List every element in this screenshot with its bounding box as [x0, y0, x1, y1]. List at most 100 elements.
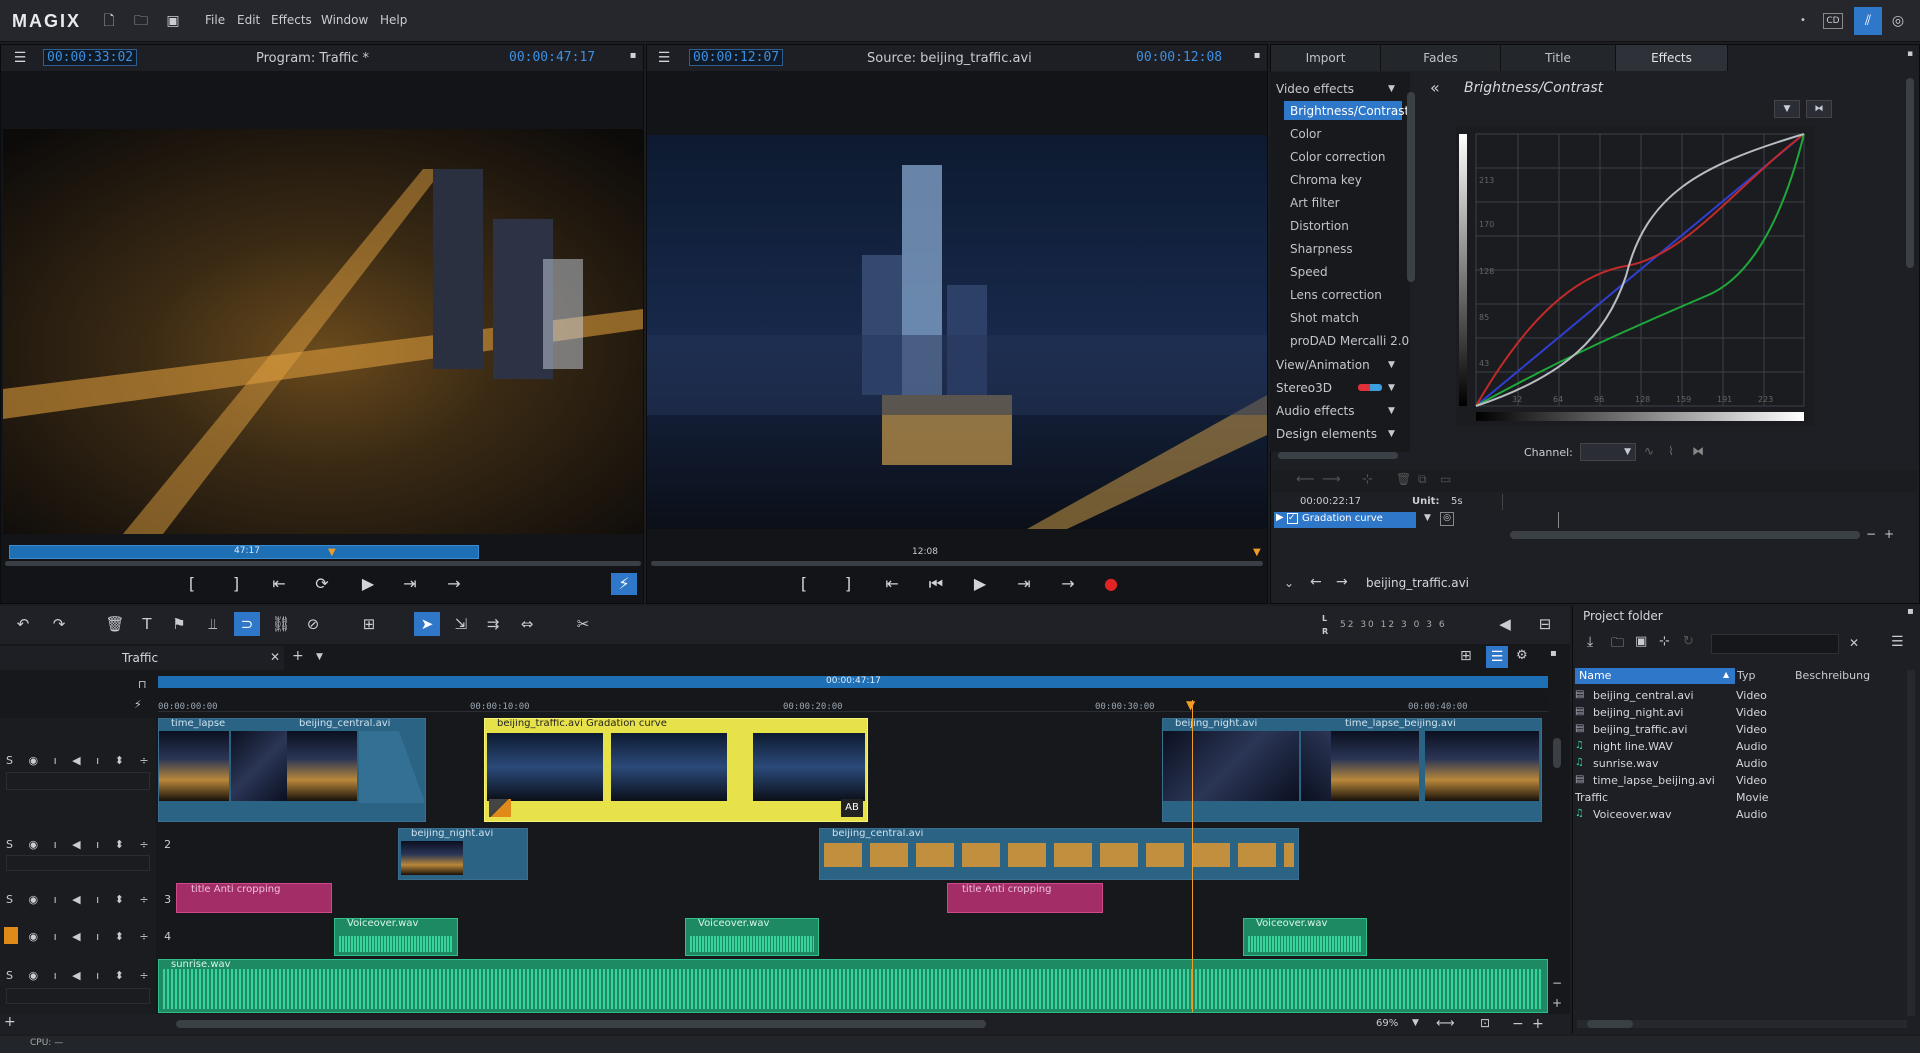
zoom-in-icon[interactable]: + — [1552, 996, 1562, 1010]
menu-file[interactable]: File — [205, 13, 225, 27]
project-item-name[interactable]: Traffic — [1575, 791, 1608, 804]
track-1-controls[interactable]: S ◉ ı ◀ ı ⬍ ÷ 1 — [6, 754, 177, 767]
menu-help[interactable]: Help — [380, 13, 407, 27]
program-progress-track[interactable] — [5, 561, 641, 566]
category-design-elements[interactable]: Design elements — [1276, 427, 1377, 441]
effect-speed[interactable]: Speed — [1290, 265, 1328, 279]
gradation-curve-graph[interactable]: 213 170 128 85 43 32 64 96 128 159 191 2… — [1456, 126, 1814, 426]
project-search-input[interactable] — [1711, 634, 1839, 654]
project-item-name[interactable]: night line.WAV — [1593, 740, 1673, 753]
track-2-controls[interactable]: S ◉ ı ◀ ı ⬍ ÷ 2 — [6, 838, 177, 851]
menu-window[interactable]: Window — [321, 13, 368, 27]
clip-time-lapse-beijing-central[interactable]: time_lapse beijing_central.avi — [158, 718, 426, 822]
effect-panel-scrollbar[interactable] — [1906, 78, 1914, 268]
kf-scrollbar[interactable] — [1510, 531, 1860, 539]
track-controls-icons[interactable]: S ◉ ı ◀ ı ⬍ ÷ — [6, 969, 155, 982]
clear-icon[interactable]: ✕ — [1849, 636, 1859, 650]
timeline-h-scrollbar[interactable] — [176, 1020, 986, 1028]
open-folder-icon[interactable]: 🗀 — [130, 11, 152, 31]
track-controls-icons[interactable]: S ◉ ı ◀ ı ⬍ ÷ — [6, 754, 155, 767]
column-header-type[interactable]: Typ — [1737, 669, 1756, 682]
project-item-name[interactable]: sunrise.wav — [1593, 757, 1659, 770]
folder-icon[interactable]: 🗀 — [1611, 634, 1624, 656]
timeline-tab[interactable]: Traffic ✕ — [0, 646, 284, 670]
track-5-name-field[interactable] — [6, 988, 150, 1004]
goto-start-icon[interactable]: ⇤ — [266, 573, 292, 595]
title-clip-2[interactable]: title Anti cropping — [947, 883, 1103, 913]
track-3-controls[interactable]: S ◉ ı ◀ ı ⬍ ÷ 3 — [6, 893, 177, 906]
source-progress-track[interactable] — [651, 561, 1263, 566]
list-view-icon[interactable]: ☰ — [1891, 634, 1904, 650]
save-icon[interactable]: ▣ — [1635, 634, 1647, 649]
ab-transition-icon[interactable]: AB — [841, 799, 863, 817]
clip-beijing-traffic[interactable]: beijing_traffic.avi Gradation curve AB — [484, 718, 868, 822]
disc-icon[interactable]: ◎ — [1887, 11, 1909, 31]
split-icon[interactable]: ⫫ — [200, 612, 226, 636]
tab-effects[interactable]: Effects — [1616, 45, 1728, 71]
audio-clip-voiceover-3[interactable]: Voiceover.wav — [1243, 918, 1367, 956]
audio-clip-voiceover-2[interactable]: Voiceover.wav — [685, 918, 819, 956]
menu-effects[interactable]: Effects — [271, 13, 312, 27]
kf-mode-icon[interactable]: ◎ — [1440, 512, 1454, 526]
unit-value[interactable]: 5s — [1451, 496, 1463, 507]
tab-import[interactable]: Import — [1271, 45, 1381, 71]
effect-lens-correction[interactable]: Lens correction — [1290, 288, 1382, 302]
category-video-effects[interactable]: Video effects — [1276, 82, 1354, 96]
kf-copy-icon[interactable]: ⧉ — [1418, 472, 1427, 487]
marker-icon[interactable]: ⚑ — [166, 612, 192, 636]
add-item-icon[interactable]: ⊹ — [1659, 634, 1670, 649]
zoom-in-icon[interactable]: + — [1884, 527, 1894, 541]
mark-in-icon[interactable]: [ — [791, 573, 817, 595]
tab-fades[interactable]: Fades — [1381, 45, 1501, 71]
volume-icon[interactable]: ◀ — [1492, 612, 1518, 636]
maximize-icon[interactable]: ▪ — [1907, 606, 1914, 617]
record-icon[interactable]: ● — [1098, 573, 1124, 595]
effect-distortion[interactable]: Distortion — [1290, 219, 1349, 233]
mark-in-icon[interactable]: [ — [179, 573, 205, 595]
pointer-icon[interactable]: ➤ — [414, 612, 440, 636]
chevrons-down-icon[interactable]: ⌄ — [1284, 576, 1294, 590]
menu-icon[interactable]: ☰ — [651, 47, 677, 69]
track-5-controls[interactable]: S ◉ ı ◀ ı ⬍ ÷ 5 — [6, 969, 177, 982]
effect-prodad-mercalli[interactable]: proDAD Mercalli 2.0 — [1290, 334, 1409, 348]
effect-art-filter[interactable]: Art filter — [1290, 196, 1340, 210]
zoom-level[interactable]: 69% — [1376, 1018, 1398, 1029]
layout-mode-icon[interactable]: ⫽ — [1854, 7, 1882, 35]
step-icon[interactable]: ⇥ — [397, 573, 423, 595]
forward-icon[interactable]: → — [1336, 574, 1348, 590]
lock-icon[interactable]: ⊓ — [138, 678, 147, 691]
column-header-name[interactable]: Name ▲ — [1575, 668, 1735, 684]
audio-clip-voiceover-1[interactable]: Voiceover.wav — [334, 918, 458, 956]
chevron-down-icon[interactable]: ▼ — [1388, 84, 1395, 94]
sort-icon[interactable]: ▲ — [1723, 670, 1729, 679]
category-view-animation[interactable]: View/Animation — [1276, 358, 1370, 372]
dot-icon[interactable]: • — [1792, 11, 1814, 31]
title-tool-icon[interactable]: T — [134, 612, 160, 636]
audio-clip-sunrise[interactable]: sunrise.wav — [158, 959, 1548, 1013]
stretch-icon[interactable]: ⇔ — [514, 612, 540, 636]
project-v-scrollbar[interactable] — [1907, 670, 1915, 1016]
chevron-down-icon[interactable]: ▼ — [1388, 406, 1395, 416]
title-clip-1[interactable]: title Anti cropping — [176, 883, 332, 913]
chevron-down-icon[interactable]: ▼ — [1388, 383, 1395, 393]
close-icon[interactable]: ✕ — [270, 650, 280, 664]
track-controls-icons[interactable]: S ◉ ı ◀ ı ⬍ ÷ — [6, 893, 155, 906]
effect-sharpness[interactable]: Sharpness — [1290, 242, 1353, 256]
add-tab-icon[interactable]: + — [292, 648, 304, 664]
maximize-icon[interactable]: ▪ — [1244, 45, 1270, 67]
kf-prev-icon[interactable]: ⟵ — [1296, 472, 1315, 487]
playhead-marker-icon[interactable]: ▼ — [328, 547, 336, 558]
fade-handle-icon[interactable] — [489, 799, 511, 817]
effect-brightness-contrast[interactable]: Brightness/Contrast — [1290, 104, 1409, 118]
preset-dropdown[interactable]: ▼ — [1774, 100, 1800, 118]
clip-beijing-night-time-lapse[interactable]: beijing_night.avi time_lapse_beijing.avi — [1162, 718, 1542, 822]
mixer-icon[interactable]: ⊟ — [1532, 612, 1558, 636]
kf-timecode[interactable]: 00:00:22:17 — [1300, 496, 1361, 507]
chevron-down-icon[interactable]: ▼ — [316, 652, 323, 662]
curve-reset-icon[interactable]: ⧓ — [1692, 444, 1704, 458]
fit-icon[interactable]: ⊡ — [1480, 1016, 1490, 1030]
timeline-playhead[interactable] — [1192, 700, 1193, 1012]
play-icon[interactable]: ▶ — [967, 573, 993, 595]
link-icon[interactable]: ⛓ — [268, 612, 294, 636]
delete-icon[interactable]: 🗑 — [102, 612, 128, 636]
